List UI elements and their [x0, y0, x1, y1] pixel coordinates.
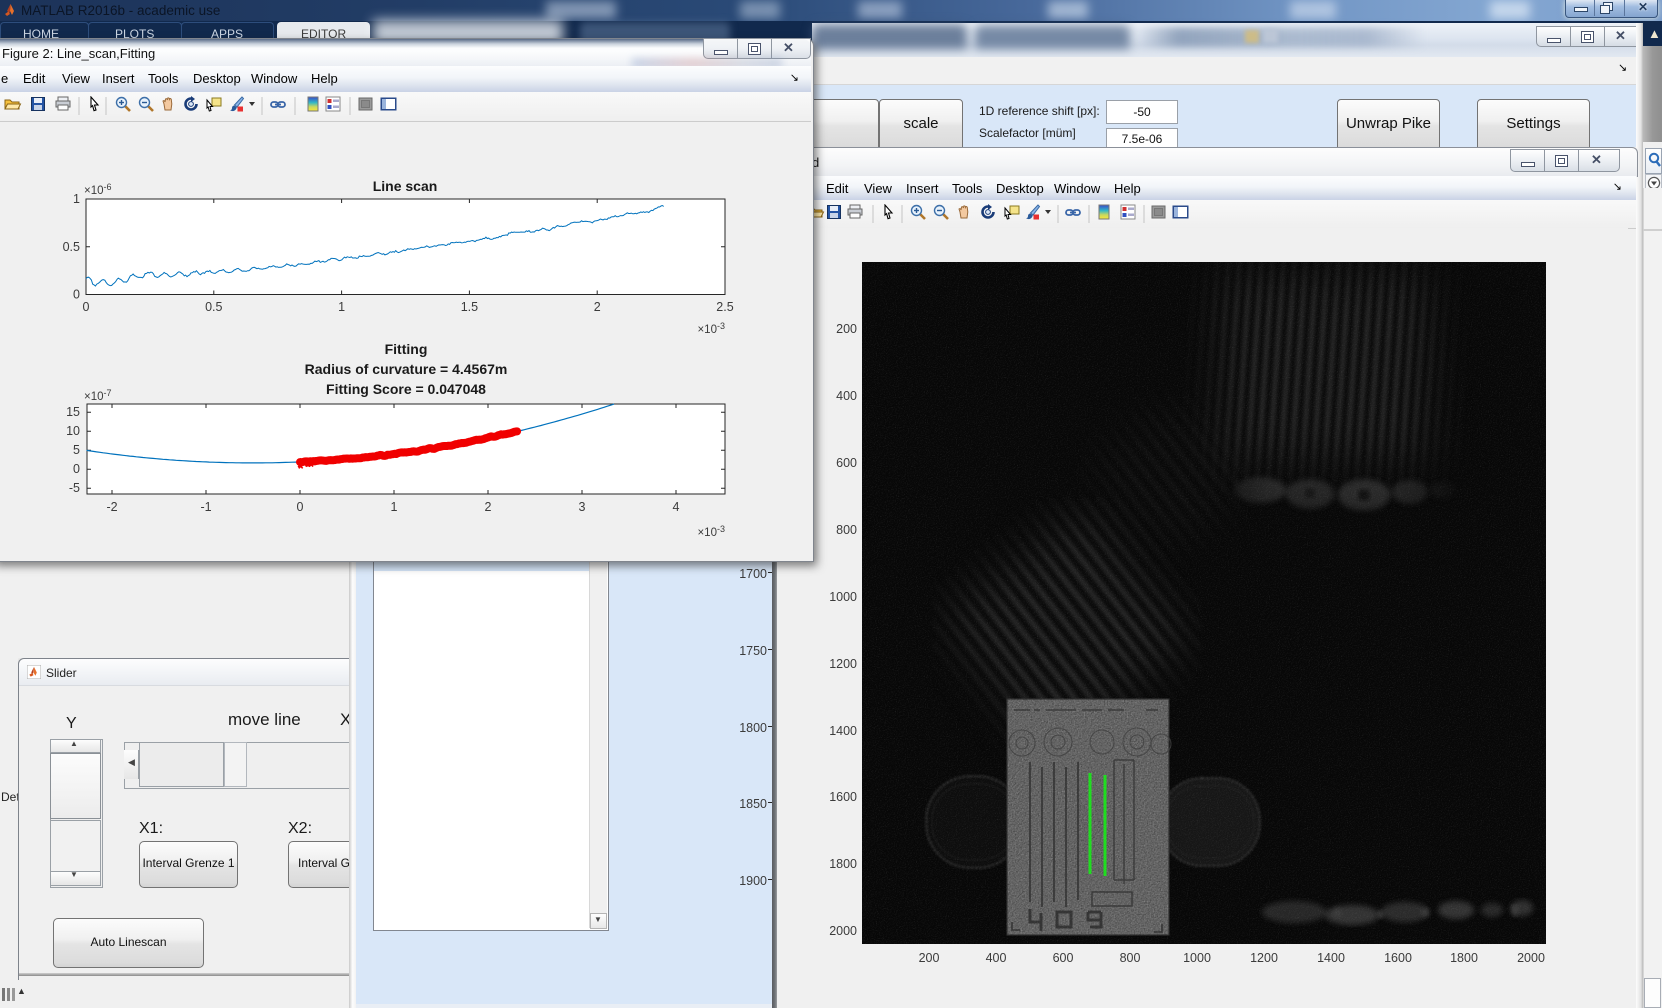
svg-text:-1: -1 — [200, 500, 211, 514]
svg-text:0: 0 — [73, 462, 80, 476]
svg-text:Radius of curvature = 4.4567m: Radius of curvature = 4.4567m — [305, 361, 508, 377]
svg-text:0: 0 — [297, 500, 304, 514]
svg-text:4: 4 — [673, 500, 680, 514]
svg-text:1: 1 — [338, 300, 345, 314]
svg-text:2.5: 2.5 — [716, 300, 733, 314]
svg-text:15: 15 — [66, 405, 80, 419]
svg-text:×10-3: ×10-3 — [697, 524, 725, 539]
svg-text:0.5: 0.5 — [205, 300, 222, 314]
svg-text:0: 0 — [73, 288, 80, 302]
svg-text:-5: -5 — [69, 481, 80, 495]
svg-text:5: 5 — [73, 443, 80, 457]
svg-text:Fitting: Fitting — [385, 341, 428, 357]
svg-text:1.5: 1.5 — [461, 300, 478, 314]
svg-text:1: 1 — [73, 192, 80, 206]
svg-text:2: 2 — [485, 500, 492, 514]
svg-text:1: 1 — [391, 500, 398, 514]
svg-text:Fitting Score = 0.047048: Fitting Score = 0.047048 — [326, 381, 486, 397]
svg-text:-2: -2 — [106, 500, 117, 514]
svg-text:0.5: 0.5 — [63, 240, 80, 254]
svg-text:0: 0 — [83, 300, 90, 314]
svg-text:3: 3 — [579, 500, 586, 514]
svg-text:×10-7: ×10-7 — [84, 388, 112, 403]
svg-text:2: 2 — [594, 300, 601, 314]
svg-text:×10-6: ×10-6 — [84, 182, 112, 197]
svg-text:10: 10 — [66, 424, 80, 438]
svg-text:Line scan: Line scan — [373, 178, 438, 194]
svg-text:×10-3: ×10-3 — [697, 321, 725, 336]
